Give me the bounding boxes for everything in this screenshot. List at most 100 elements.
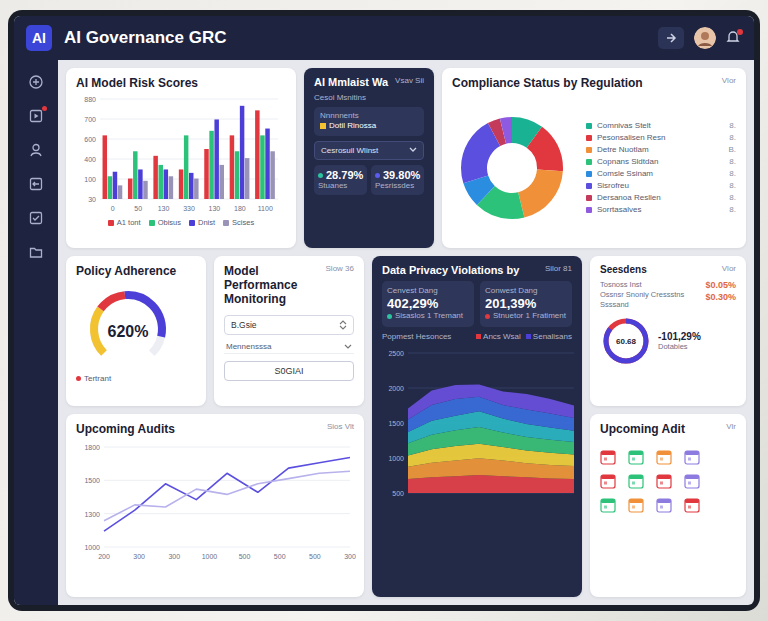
calendar-icon[interactable]	[656, 473, 672, 489]
calendar-icon[interactable]	[600, 497, 616, 513]
bar[interactable]	[184, 135, 188, 199]
calendar-icon[interactable]	[656, 449, 672, 465]
logo[interactable]: AI	[26, 25, 52, 51]
calendar-icon[interactable]	[600, 449, 616, 465]
bar[interactable]	[265, 129, 269, 199]
sidebar-item[interactable]	[28, 74, 44, 90]
area-band[interactable]	[408, 385, 574, 420]
model-select[interactable]: B.Gsie	[224, 315, 354, 335]
donut-segment[interactable]	[474, 130, 550, 206]
bar[interactable]	[240, 106, 244, 199]
bar[interactable]	[230, 135, 234, 199]
bar[interactable]	[260, 135, 264, 199]
bar[interactable]	[113, 172, 117, 199]
bar[interactable]	[204, 149, 208, 199]
bar[interactable]	[138, 169, 142, 199]
sidebar-item[interactable]	[28, 142, 44, 158]
bottom-grid: Policy Adherence 620% Tertrant Model Per…	[66, 256, 746, 597]
user-icon	[28, 142, 44, 158]
top-row: AI Model Risk Scores 8807006004001003005…	[66, 68, 746, 248]
grid-line	[100, 99, 278, 100]
bar[interactable]	[169, 176, 173, 199]
view-link[interactable]: Vlr	[726, 422, 736, 431]
bar[interactable]	[179, 169, 183, 199]
header: AI AI Governance GRC	[14, 16, 754, 60]
card-header: Model Performance Monitoring Slow 36	[224, 264, 354, 306]
y-tick: 2500	[388, 350, 404, 357]
metric-dropdown[interactable]: Mennensssa	[224, 340, 354, 354]
select-value: B.Gsie	[231, 320, 257, 330]
sidebar-item[interactable]	[28, 210, 44, 226]
bar[interactable]	[245, 158, 249, 199]
donut-segment[interactable]	[474, 130, 550, 206]
bar[interactable]	[209, 131, 213, 199]
bar[interactable]	[143, 181, 147, 199]
calendar-icon[interactable]	[684, 473, 700, 489]
bar[interactable]	[194, 179, 198, 199]
stat-value: 39.80%	[375, 169, 420, 181]
card-header: Upcoming Adit Vlr	[600, 422, 736, 436]
bar[interactable]	[214, 119, 218, 199]
card-title: AI Mmlaist Wa	[314, 76, 388, 88]
view-link[interactable]: Sios Vlt	[327, 422, 354, 431]
card-header: AI Mmlaist Wa Vsav Sii	[314, 76, 424, 88]
bar[interactable]	[128, 179, 132, 199]
donut-segment[interactable]	[474, 130, 550, 206]
monitor-dropdown[interactable]: Cesrosuil Wlinst	[314, 141, 424, 160]
dashboard: AI Model Risk Scores 8807006004001003005…	[58, 60, 754, 605]
calendar-icon[interactable]	[684, 449, 700, 465]
audit-line[interactable]	[104, 458, 350, 532]
sidebar-item[interactable]	[28, 244, 44, 260]
notifications-button[interactable]	[726, 30, 742, 46]
bar[interactable]	[220, 165, 224, 199]
legend-item: Ancs Wsal	[476, 332, 521, 342]
sidebar-item[interactable]	[28, 108, 44, 124]
x-label: 500	[274, 553, 286, 560]
sidebar-item[interactable]	[28, 176, 44, 192]
bar[interactable]	[270, 151, 274, 199]
run-button[interactable]: S0GIAI	[224, 361, 354, 381]
share-button[interactable]	[658, 27, 684, 49]
donut-segment[interactable]	[474, 130, 550, 206]
view-link[interactable]: Silor 81	[545, 264, 572, 273]
legend-item: Sisrofreu 8.	[586, 181, 736, 190]
calendar-icon[interactable]	[628, 497, 644, 513]
bar[interactable]	[255, 110, 259, 199]
donut-segment[interactable]	[474, 130, 550, 206]
violations-area-chart: 2500200015001000500	[382, 347, 576, 497]
bar[interactable]	[153, 156, 157, 199]
calendar-icon[interactable]	[628, 473, 644, 489]
user-avatar[interactable]	[694, 27, 716, 49]
bar[interactable]	[235, 151, 239, 199]
donut-segment[interactable]	[474, 130, 550, 206]
view-link[interactable]: Vlor	[722, 76, 736, 85]
bar[interactable]	[108, 176, 112, 199]
bar[interactable]	[133, 151, 137, 199]
view-link[interactable]: Vsav Sii	[395, 76, 424, 85]
bar[interactable]	[118, 185, 122, 199]
bar[interactable]	[158, 165, 162, 199]
legend-item: Detre Nuotlam B.	[586, 145, 736, 154]
calendar-icon[interactable]	[600, 473, 616, 489]
stat-tile: Conwest Dang 201,39% Stnuetor 1 Fratimen…	[480, 281, 572, 327]
compliance-card: Compliance Status by Regulation Vlor Com…	[442, 68, 746, 248]
insight-values: $0.05%$0.30%	[705, 280, 736, 310]
legend-item: Comnivas Stelt 8.	[586, 121, 736, 130]
stat-label: Stuanes	[318, 181, 363, 191]
filter-box[interactable]: Nnnnnents Dotil Rinossa	[314, 107, 424, 136]
bar[interactable]	[103, 135, 107, 199]
grid-line	[104, 547, 350, 548]
gauge-segment	[80, 283, 176, 369]
view-link[interactable]: Vlor	[722, 264, 736, 273]
calendar-icon[interactable]	[628, 449, 644, 465]
donut-segment[interactable]	[474, 130, 550, 206]
y-tick: 400	[84, 156, 96, 163]
legend-label: Pesonsalisen Resn	[597, 133, 724, 142]
audit-line[interactable]	[104, 471, 350, 521]
calendar-icon[interactable]	[656, 497, 672, 513]
donut-segment[interactable]	[474, 130, 550, 206]
bar[interactable]	[189, 173, 193, 199]
view-link[interactable]: Slow 36	[326, 264, 354, 273]
bar[interactable]	[164, 169, 168, 199]
calendar-icon[interactable]	[684, 497, 700, 513]
